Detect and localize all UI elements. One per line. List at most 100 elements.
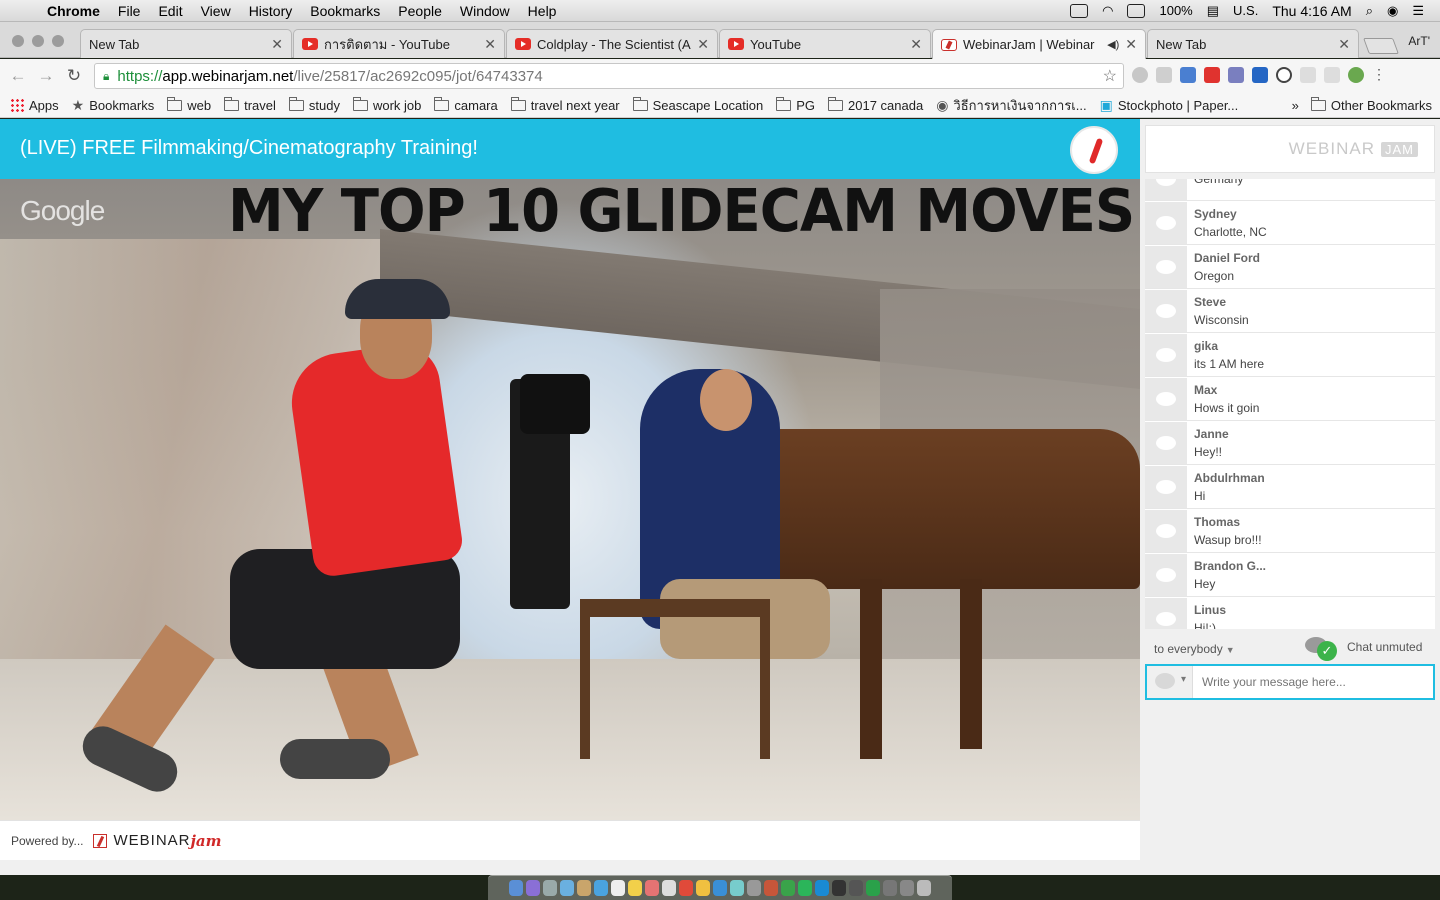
menu-people[interactable]: People (389, 3, 451, 19)
line-icon[interactable] (798, 880, 812, 896)
chrome-icon[interactable] (679, 880, 693, 896)
menu-bookmarks[interactable]: Bookmarks (301, 3, 389, 19)
chat-message-input[interactable] (1193, 675, 1423, 689)
bookmark-folder-camara[interactable]: camara (434, 96, 498, 113)
wifi-icon[interactable]: ◠ (1102, 3, 1113, 19)
screen-record-icon[interactable] (1070, 3, 1089, 18)
bookmark-folder-pg[interactable]: PG (776, 96, 815, 113)
minimize-window-button[interactable] (32, 35, 44, 47)
menu-file[interactable]: File (109, 3, 150, 19)
app-icon[interactable] (832, 880, 846, 896)
airplay-icon[interactable] (1127, 3, 1146, 18)
extension-speed-icon[interactable] (1276, 67, 1292, 83)
notes-icon[interactable] (577, 880, 591, 896)
bookmark-folder-study[interactable]: study (288, 96, 340, 113)
bookmark-folder-work-job[interactable]: work job (352, 96, 421, 113)
siri-icon[interactable]: ◉ (1387, 3, 1398, 19)
menu-history[interactable]: History (240, 3, 302, 19)
tab-close-icon[interactable]: ✕ (484, 36, 496, 53)
tab-close-icon[interactable]: ✕ (697, 36, 709, 53)
messages-icon[interactable] (781, 880, 795, 896)
bookmark-folder-2017-canada[interactable]: 2017 canada (828, 96, 923, 113)
reload-icon[interactable]: ↻ (60, 66, 88, 86)
downloads-icon[interactable] (900, 880, 914, 896)
close-window-button[interactable] (12, 35, 24, 47)
tab-new-tab-2[interactable]: New Tab ✕ (1147, 29, 1359, 58)
menu-window[interactable]: Window (451, 3, 519, 19)
zoom-window-button[interactable] (52, 35, 64, 47)
app-icon[interactable] (747, 880, 761, 896)
address-bar[interactable]: 🔒︎ https://app.webinarjam.net/live/25817… (94, 63, 1124, 89)
textedit-icon[interactable] (662, 880, 676, 896)
back-icon[interactable]: ← (4, 66, 32, 86)
app-icon[interactable] (594, 880, 608, 896)
extension-blue-badge-icon[interactable] (1252, 67, 1268, 83)
tab-close-icon[interactable]: ✕ (1125, 36, 1137, 53)
chat-unmuted-icon[interactable]: ✓ (1305, 635, 1339, 661)
profile-button[interactable]: ArT' (1408, 34, 1430, 48)
tab-close-icon[interactable]: ✕ (271, 36, 283, 53)
notification-center-icon[interactable]: ☰ (1412, 3, 1424, 19)
extension-hd-icon[interactable] (1300, 67, 1316, 83)
bookmark-thai-link[interactable]: ◉ วิธีการหาเงินจากการเ... (936, 95, 1086, 116)
bookmark-other[interactable]: » Other Bookmarks (1292, 96, 1432, 113)
bookmark-folder-seascape[interactable]: Seascape Location (632, 96, 763, 113)
bookmark-stockphoto[interactable]: ▣ Stockphoto | Paper... (1100, 97, 1239, 114)
finder-icon[interactable] (509, 880, 523, 896)
app-icon[interactable] (764, 880, 778, 896)
webinarjam-footer-logo[interactable]: WEBINAR jam (93, 832, 222, 850)
tab-youtube[interactable]: YouTube ✕ (719, 29, 931, 58)
new-tab-button[interactable] (1363, 38, 1399, 54)
app-icon[interactable] (713, 880, 727, 896)
menu-view[interactable]: View (192, 3, 240, 19)
lock-icon[interactable]: 🔒︎ (103, 69, 109, 84)
tab-webinarjam[interactable]: WebinarJam | Webinar ◀) ✕ (932, 29, 1146, 59)
clock[interactable]: Thu 4:16 AM (1272, 3, 1351, 19)
app-icon[interactable] (866, 880, 880, 896)
sender-avatar-select[interactable] (1147, 666, 1193, 698)
extension-globe-icon[interactable] (1132, 67, 1148, 83)
extension-red-icon[interactable] (1204, 67, 1220, 83)
menu-edit[interactable]: Edit (149, 3, 191, 19)
bookmark-folder-travel-next-year[interactable]: travel next year (510, 96, 620, 113)
input-source[interactable]: U.S. (1233, 3, 1258, 18)
speaker-icon[interactable]: ◀) (1107, 38, 1119, 51)
forward-icon[interactable]: → (32, 66, 60, 86)
tab-close-icon[interactable]: ✕ (1338, 36, 1350, 53)
bookmarks-overflow-chevron[interactable]: » (1292, 98, 1299, 113)
tab-youtube-thai[interactable]: การติดตาม - YouTube ✕ (293, 29, 505, 58)
chat-messages[interactable]: Germany Sydney Charlotte, NC Daniel Ford O… (1145, 179, 1435, 629)
siri-dock-icon[interactable] (526, 880, 540, 896)
bookmark-folder-web[interactable]: web (167, 96, 211, 113)
recipient-select[interactable]: to everybody ▼ (1154, 642, 1235, 656)
bookmark-bookmarks[interactable]: ★ Bookmarks (72, 97, 155, 114)
bookmark-apps[interactable]: Apps (10, 98, 59, 113)
calendar-icon[interactable] (611, 880, 625, 896)
safari-icon[interactable] (560, 880, 574, 896)
spotlight-search-icon[interactable]: ⌕ (1366, 3, 1373, 19)
launchpad-icon[interactable] (543, 880, 557, 896)
menu-app-name[interactable]: Chrome (38, 3, 109, 19)
skype-icon[interactable] (815, 880, 829, 896)
tab-coldplay[interactable]: Coldplay - The Scientist (Ac ✕ (506, 29, 718, 58)
extension-cloud2-icon[interactable] (1324, 67, 1340, 83)
video-player[interactable]: Google MY TOP 10 GLIDECAM MOVES (0, 179, 1140, 820)
chrome-menu-icon[interactable]: ⋮ (1372, 67, 1386, 83)
battery-percent[interactable]: 100% (1159, 3, 1192, 18)
tab-new-tab-1[interactable]: New Tab ✕ (80, 29, 292, 58)
extension-globe2-icon[interactable] (1348, 67, 1364, 83)
app-icon[interactable] (849, 880, 863, 896)
extension-download-icon[interactable] (1180, 67, 1196, 83)
app-icon[interactable] (730, 880, 744, 896)
extension-cloud-icon[interactable] (1156, 67, 1172, 83)
menu-help[interactable]: Help (519, 3, 566, 19)
tab-close-icon[interactable]: ✕ (910, 36, 922, 53)
stickies-icon[interactable] (628, 880, 642, 896)
app-icon[interactable] (883, 880, 897, 896)
bookmark-folder-travel[interactable]: travel (224, 96, 276, 113)
app-icon[interactable] (696, 880, 710, 896)
photos-icon[interactable] (645, 880, 659, 896)
trash-icon[interactable] (917, 880, 931, 896)
extension-php-icon[interactable] (1228, 67, 1244, 83)
bookmark-star-icon[interactable]: ☆ (1103, 66, 1117, 86)
